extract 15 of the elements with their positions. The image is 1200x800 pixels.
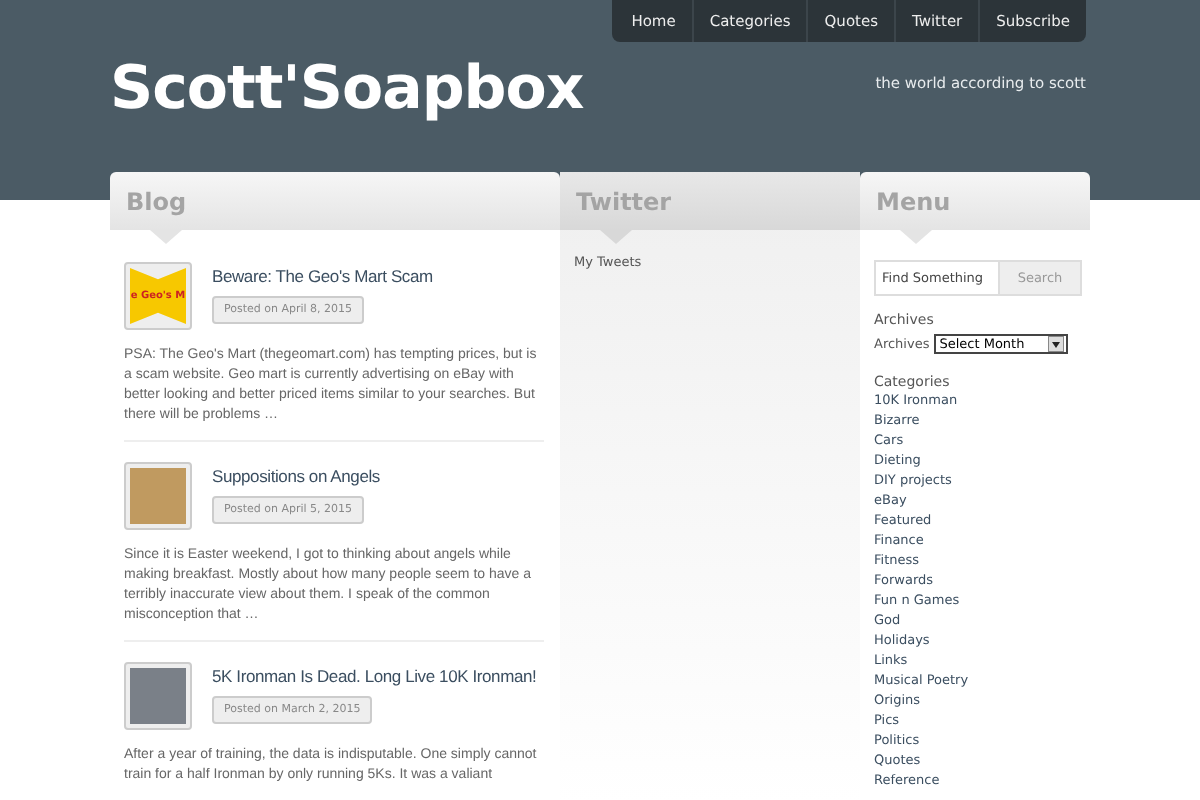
- post-thumbnail[interactable]: [124, 462, 192, 530]
- post-title-link[interactable]: Suppositions on Angels: [212, 466, 380, 486]
- post-thumbnail[interactable]: [124, 662, 192, 730]
- pointer-arrow-icon: [600, 230, 632, 244]
- dropdown-arrow-icon: [1047, 336, 1064, 352]
- blog-heading: Blog: [126, 187, 187, 215]
- site-title[interactable]: Scott'Soapbox: [110, 54, 584, 124]
- photo-placeholder: [130, 668, 186, 724]
- menu-heading: Menu: [876, 187, 951, 215]
- photo-placeholder: [130, 468, 186, 524]
- post-title-link[interactable]: 5K Ironman Is Dead. Long Live 10K Ironman!: [212, 666, 537, 686]
- twitter-heading: Twitter: [576, 187, 672, 215]
- pointer-arrow-icon: [150, 230, 182, 244]
- post-title-link[interactable]: Beware: The Geo's Mart Scam: [212, 266, 433, 286]
- pointer-arrow-icon: [900, 230, 932, 244]
